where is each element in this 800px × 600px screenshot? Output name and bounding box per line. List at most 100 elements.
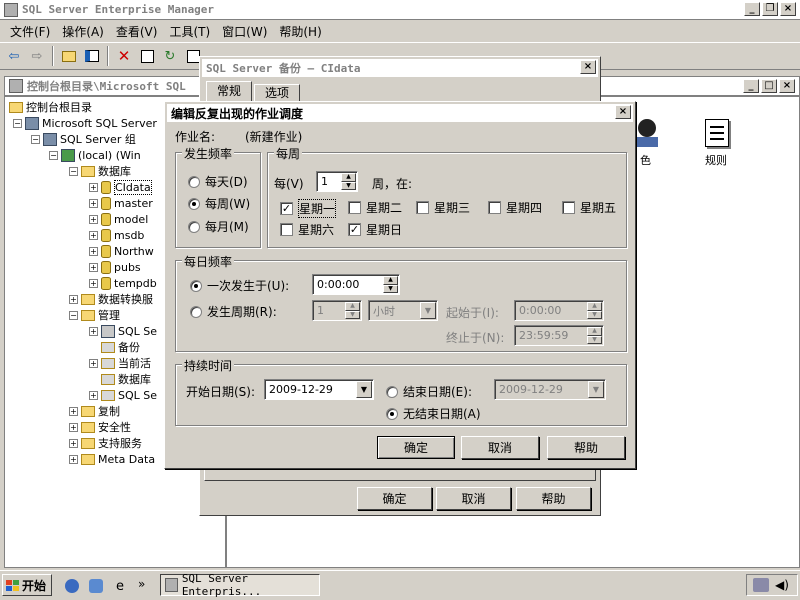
taskbar-app-button[interactable]: SQL Server Enterpris... bbox=[160, 572, 320, 598]
tree-node[interactable]: − 数据库 bbox=[69, 163, 131, 179]
checkbox-thursday[interactable]: 星期四 bbox=[488, 199, 542, 216]
tree-node[interactable]: + CIdata bbox=[89, 179, 152, 195]
tree-node[interactable]: + SQL Se bbox=[89, 387, 157, 403]
tree-node[interactable]: + SQL Se bbox=[89, 323, 157, 339]
spin-down-icon[interactable]: ▼ bbox=[587, 335, 602, 344]
radio-daily[interactable]: 每天(D) bbox=[188, 173, 248, 190]
network-icon[interactable] bbox=[753, 578, 769, 592]
menu-tools[interactable]: 工具(T) bbox=[163, 23, 216, 40]
up-folder-icon[interactable] bbox=[59, 46, 79, 66]
tree-node[interactable]: 数据库 bbox=[101, 371, 151, 387]
expand-icon[interactable]: + bbox=[89, 214, 98, 224]
spin-up-icon[interactable]: ▲ bbox=[383, 276, 398, 285]
collapse-icon[interactable]: − bbox=[69, 166, 78, 176]
collapse-icon[interactable]: − bbox=[69, 310, 78, 320]
delete-icon[interactable]: ✕ bbox=[114, 46, 134, 66]
spin-up-icon[interactable]: ▲ bbox=[341, 173, 356, 182]
radio-end-date[interactable]: 结束日期(E): bbox=[386, 383, 472, 400]
minimize-button[interactable]: _ bbox=[744, 2, 760, 16]
show-tree-icon[interactable] bbox=[82, 46, 102, 66]
tree-node[interactable]: − SQL Server 组 bbox=[31, 131, 136, 147]
backup-ok-button[interactable]: 确定 bbox=[357, 487, 432, 510]
menu-window[interactable]: 窗口(W) bbox=[216, 23, 273, 40]
expand-icon[interactable]: + bbox=[89, 182, 98, 192]
rules-icon[interactable] bbox=[705, 119, 729, 147]
expand-icon[interactable]: + bbox=[89, 390, 98, 400]
end-date-picker[interactable]: 2009-12-29 ▼ bbox=[494, 379, 606, 400]
menu-help[interactable]: 帮助(H) bbox=[273, 23, 327, 40]
interval-unit-select[interactable]: 小时 ▼ bbox=[368, 300, 438, 321]
tree-node[interactable]: + Meta Data bbox=[69, 451, 155, 467]
dropdown-arrow-icon[interactable]: ▼ bbox=[420, 302, 436, 319]
menu-file[interactable]: 文件(F) bbox=[4, 23, 56, 40]
expand-icon[interactable]: + bbox=[89, 326, 98, 336]
tree-node[interactable]: 备份 bbox=[101, 339, 140, 355]
refresh-icon[interactable]: ↻ bbox=[160, 46, 180, 66]
expand-icon[interactable]: + bbox=[89, 262, 98, 272]
tree-node[interactable]: − (local) (Win bbox=[49, 147, 141, 163]
tree-node[interactable]: + msdb bbox=[89, 227, 144, 243]
quick-launch-chevron-icon[interactable]: » bbox=[138, 577, 145, 591]
edit-dialog-close-button[interactable]: × bbox=[615, 105, 631, 119]
checkbox-wednesday[interactable]: 星期三 bbox=[416, 199, 470, 216]
expand-icon[interactable]: + bbox=[89, 230, 98, 240]
tree-node[interactable]: + 当前活 bbox=[89, 355, 151, 371]
tree-node[interactable]: + Northw bbox=[89, 243, 154, 259]
tree-node[interactable]: + 安全性 bbox=[69, 419, 131, 435]
start-date-picker[interactable]: 2009-12-29 ▼ bbox=[264, 379, 374, 400]
back-arrow-icon[interactable]: ⇦ bbox=[4, 46, 24, 66]
end-time-field[interactable]: 23:59:59 ▲ ▼ bbox=[514, 325, 604, 346]
every-interval-stepper[interactable]: 1 ▲ ▼ bbox=[312, 300, 362, 321]
tree-node[interactable]: + 支持服务 bbox=[69, 435, 142, 451]
checkbox-monday[interactable]: ✓ 星期一 bbox=[280, 199, 337, 218]
dropdown-arrow-icon[interactable]: ▼ bbox=[356, 381, 372, 398]
spin-up-icon[interactable]: ▲ bbox=[345, 302, 360, 311]
spin-up-icon[interactable]: ▲ bbox=[587, 302, 602, 311]
expand-icon[interactable]: + bbox=[89, 198, 98, 208]
tree-node[interactable]: + pubs bbox=[89, 259, 141, 275]
start-time-field[interactable]: 0:00:00 ▲ ▼ bbox=[514, 300, 604, 321]
spin-up-icon[interactable]: ▲ bbox=[587, 327, 602, 336]
collapse-icon[interactable]: − bbox=[49, 150, 58, 160]
backup-close-button[interactable]: × bbox=[580, 60, 596, 74]
speaker-icon[interactable]: ◀) bbox=[775, 578, 789, 592]
menu-view[interactable]: 查看(V) bbox=[110, 23, 164, 40]
every-weeks-stepper[interactable]: 1 ▲ ▼ bbox=[316, 171, 358, 192]
expand-icon[interactable]: + bbox=[69, 438, 78, 448]
checkbox-sunday[interactable]: ✓ 星期日 bbox=[348, 221, 402, 238]
spin-down-icon[interactable]: ▼ bbox=[341, 181, 356, 190]
expand-icon[interactable]: + bbox=[69, 422, 78, 432]
radio-weekly[interactable]: 每周(W) bbox=[188, 195, 250, 212]
tree-node[interactable]: − Microsoft SQL Server bbox=[13, 115, 157, 131]
tab-general[interactable]: 常规 bbox=[206, 81, 252, 101]
expand-icon[interactable]: + bbox=[69, 294, 78, 304]
collapse-icon[interactable]: − bbox=[31, 134, 40, 144]
radio-monthly[interactable]: 每月(M) bbox=[188, 218, 249, 235]
collapse-icon[interactable]: − bbox=[13, 118, 22, 128]
console-maximize-button[interactable]: □ bbox=[761, 79, 777, 93]
ok-button[interactable]: 确定 bbox=[377, 436, 455, 459]
expand-icon[interactable]: + bbox=[69, 454, 78, 464]
tree-node[interactable]: + model bbox=[89, 211, 148, 227]
checkbox-friday[interactable]: 星期五 bbox=[562, 199, 616, 216]
restore-button[interactable]: ❐ bbox=[762, 2, 778, 16]
forward-arrow-icon[interactable]: ⇨ bbox=[27, 46, 47, 66]
tree-node[interactable]: + 数据转换服 bbox=[69, 291, 153, 307]
console-minimize-button[interactable]: _ bbox=[743, 79, 759, 93]
expand-icon[interactable]: + bbox=[89, 246, 98, 256]
role-icon[interactable] bbox=[635, 119, 659, 149]
tree-node[interactable]: + master bbox=[89, 195, 153, 211]
tree-node[interactable]: + 复制 bbox=[69, 403, 120, 419]
radio-occurs-every[interactable]: 发生周期(R): bbox=[190, 303, 277, 320]
dropdown-arrow-icon[interactable]: ▼ bbox=[588, 381, 604, 398]
cancel-button[interactable]: 取消 bbox=[461, 436, 539, 459]
expand-icon[interactable]: + bbox=[89, 278, 98, 288]
console-close-button[interactable]: × bbox=[779, 79, 795, 93]
tree-node[interactable]: + tempdb bbox=[89, 275, 157, 291]
tree-node[interactable]: 控制台根目录 bbox=[9, 99, 92, 115]
menu-action[interactable]: 操作(A) bbox=[56, 23, 110, 40]
help-button[interactable]: 帮助 bbox=[547, 436, 625, 459]
close-button[interactable]: × bbox=[780, 2, 796, 16]
start-button[interactable]: 开始 bbox=[2, 574, 52, 596]
internet-explorer-icon[interactable]: e bbox=[110, 576, 130, 596]
